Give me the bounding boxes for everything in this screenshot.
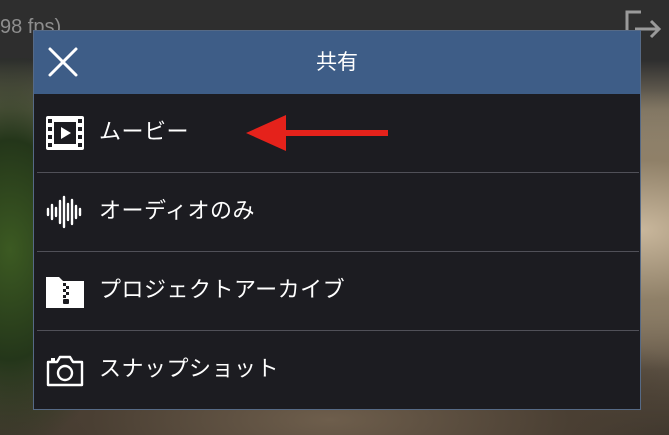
audio-waveform-icon: [46, 195, 82, 229]
menu-item-project-archive[interactable]: プロジェクトアーカイブ: [37, 252, 639, 331]
dialog-title: 共有: [316, 50, 358, 74]
share-options-list: ムービー オーディオのみ プロジェクトアーカイブ スナップショット: [37, 94, 639, 409]
menu-item-label: プロジェクトアーカイブ: [99, 278, 346, 303]
menu-item-label: ムービー: [99, 120, 190, 145]
close-icon[interactable]: [46, 45, 80, 79]
menu-item-movie[interactable]: ムービー: [37, 94, 639, 173]
camera-icon: [46, 355, 84, 387]
menu-item-label: スナップショット: [99, 357, 280, 382]
share-dialog: 共有 ムービー オーディオのみ プロジェクトアーカイブ スナップショット: [33, 30, 641, 410]
menu-item-label: オーディオのみ: [99, 199, 255, 224]
zip-folder-icon: [46, 277, 84, 308]
dialog-header: 共有: [34, 31, 640, 94]
menu-item-snapshot[interactable]: スナップショット: [37, 331, 639, 409]
film-icon: [46, 116, 84, 150]
menu-item-audio-only[interactable]: オーディオのみ: [37, 173, 639, 252]
